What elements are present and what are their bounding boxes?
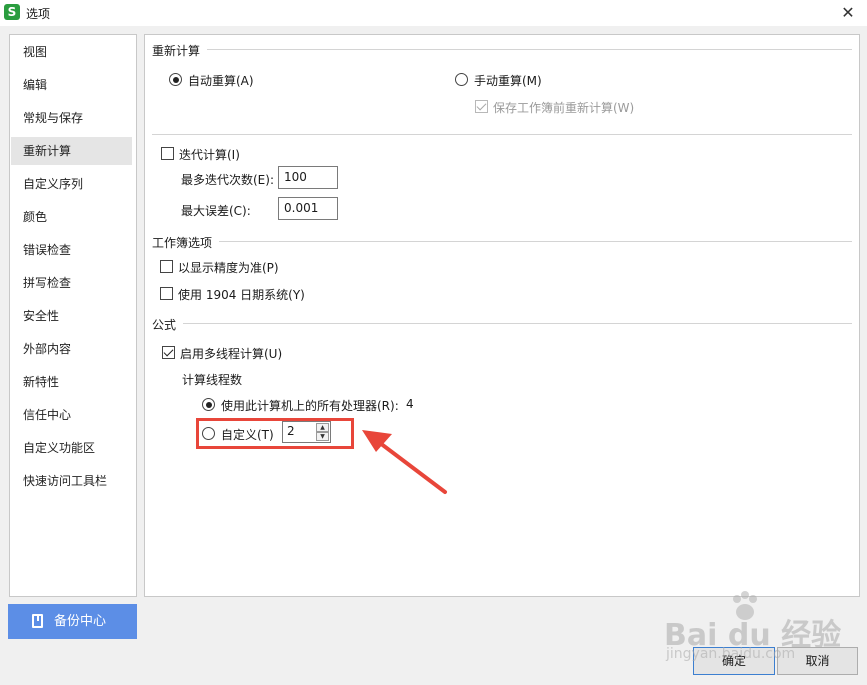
sidebar-item-trust-center[interactable]: 信任中心 bbox=[11, 401, 132, 429]
max-change-label: 最大误差(C): bbox=[181, 204, 251, 218]
custom-threads-value[interactable]: 2 bbox=[287, 424, 295, 438]
iterate-label[interactable]: 迭代计算(I) bbox=[179, 146, 240, 163]
save-recalc-label: 保存工作簿前重新计算(W) bbox=[493, 101, 635, 115]
backup-icon bbox=[32, 614, 43, 628]
section-divider bbox=[207, 49, 852, 50]
save-recalc-checkbox bbox=[475, 100, 488, 113]
sidebar-item-customize-ribbon[interactable]: 自定义功能区 bbox=[11, 434, 132, 462]
backup-center-button[interactable]: 备份中心 bbox=[8, 604, 137, 639]
sidebar-item-quick-access-toolbar[interactable]: 快速访问工具栏 bbox=[11, 467, 132, 495]
app-icon: S bbox=[4, 4, 20, 20]
sidebar-item-general-save[interactable]: 常规与保存 bbox=[11, 104, 132, 132]
options-sidebar: 视图 编辑 常规与保存 重新计算 自定义序列 颜色 错误检查 拼写检查 安全性 … bbox=[9, 34, 137, 597]
custom-threads-label[interactable]: 自定义(T) bbox=[221, 426, 274, 443]
close-icon[interactable]: ✕ bbox=[834, 1, 862, 25]
sidebar-item-external-content[interactable]: 外部内容 bbox=[11, 335, 132, 363]
section-title-recalculation: 重新计算 bbox=[152, 44, 201, 58]
sidebar-item-security[interactable]: 安全性 bbox=[11, 302, 132, 330]
section-divider bbox=[219, 241, 852, 242]
section-title-workbook: 工作簿选项 bbox=[152, 236, 213, 250]
spin-up-icon[interactable]: ▲ bbox=[316, 423, 329, 432]
auto-recalc-label[interactable]: 自动重算(A) bbox=[188, 72, 254, 89]
sidebar-item-custom-lists[interactable]: 自定义序列 bbox=[11, 170, 132, 198]
title-bar: S 选项 ✕ bbox=[0, 0, 867, 26]
processor-count: 4 bbox=[406, 397, 414, 411]
multithread-label[interactable]: 启用多线程计算(U) bbox=[180, 345, 282, 362]
sidebar-item-error-check[interactable]: 错误检查 bbox=[11, 236, 132, 264]
sidebar-item-colors[interactable]: 颜色 bbox=[11, 203, 132, 231]
custom-threads-radio[interactable] bbox=[202, 427, 215, 440]
backup-center-label: 备份中心 bbox=[54, 614, 107, 629]
sidebar-item-spell-check[interactable]: 拼写检查 bbox=[11, 269, 132, 297]
max-iterations-input[interactable]: 100 bbox=[278, 166, 338, 189]
window-title: 选项 bbox=[26, 7, 51, 21]
section-divider bbox=[183, 323, 852, 324]
cancel-button[interactable]: 取消 bbox=[777, 647, 858, 675]
use-all-processors-radio[interactable] bbox=[202, 398, 215, 411]
section-divider bbox=[152, 134, 852, 135]
max-iterations-label: 最多迭代次数(E): bbox=[181, 173, 274, 187]
use-all-processors-label[interactable]: 使用此计算机上的所有处理器(R): bbox=[221, 397, 399, 414]
sidebar-item-edit[interactable]: 编辑 bbox=[11, 71, 132, 99]
section-title-formula: 公式 bbox=[152, 318, 177, 332]
manual-recalc-radio[interactable] bbox=[455, 73, 468, 86]
sidebar-item-new-features[interactable]: 新特性 bbox=[11, 368, 132, 396]
spin-down-icon[interactable]: ▼ bbox=[316, 432, 329, 441]
threads-title: 计算线程数 bbox=[182, 373, 243, 387]
max-change-input[interactable]: 0.001 bbox=[278, 197, 338, 220]
iterate-checkbox[interactable] bbox=[161, 147, 174, 160]
ok-button[interactable]: 确定 bbox=[693, 647, 775, 675]
settings-panel: 重新计算 自动重算(A) 手动重算(M) 保存工作簿前重新计算(W) 迭代计算(… bbox=[144, 34, 860, 597]
sidebar-item-recalculation[interactable]: 重新计算 bbox=[11, 137, 132, 165]
precision-as-displayed-label[interactable]: 以显示精度为准(P) bbox=[178, 259, 279, 276]
manual-recalc-label[interactable]: 手动重算(M) bbox=[474, 72, 542, 89]
annotation-arrow bbox=[362, 430, 447, 494]
date1904-label[interactable]: 使用 1904 日期系统(Y) bbox=[178, 286, 305, 303]
date1904-checkbox[interactable] bbox=[160, 287, 173, 300]
custom-threads-spinner[interactable]: 2 ▲ ▼ bbox=[282, 421, 331, 443]
sidebar-item-view[interactable]: 视图 bbox=[11, 38, 132, 66]
auto-recalc-radio[interactable] bbox=[169, 73, 182, 86]
multithread-checkbox[interactable] bbox=[162, 346, 175, 359]
precision-as-displayed-checkbox[interactable] bbox=[160, 260, 173, 273]
